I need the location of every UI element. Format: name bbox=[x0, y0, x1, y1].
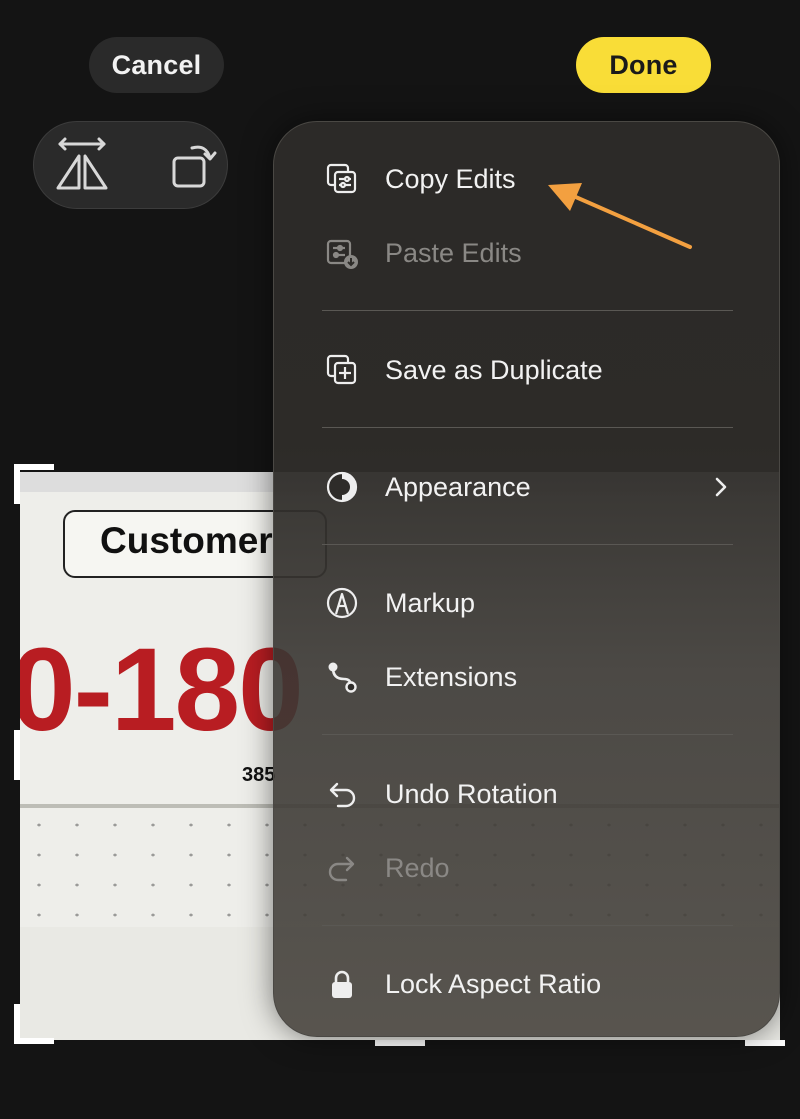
menu-item-label: Paste Edits bbox=[385, 237, 522, 268]
crop-handle-bottom-mid[interactable] bbox=[375, 1040, 425, 1046]
crop-handle-top-left-v[interactable] bbox=[14, 464, 20, 504]
menu-item-extensions[interactable]: Extensions bbox=[274, 645, 779, 709]
annotation-arrow-icon bbox=[548, 183, 692, 249]
menu-item-undo-rotation[interactable]: Undo Rotation bbox=[274, 762, 779, 826]
menu-item-lock-aspect-ratio[interactable]: Lock Aspect Ratio bbox=[274, 952, 779, 1016]
rotate-icon[interactable] bbox=[162, 136, 222, 196]
copy-edits-icon bbox=[324, 161, 360, 197]
menu-item-label: Redo bbox=[385, 852, 450, 883]
menu-item-label: Extensions bbox=[385, 661, 518, 692]
menu-item-paste-edits[interactable]: Paste Edits bbox=[274, 221, 779, 285]
menu-separator bbox=[322, 544, 733, 545]
menu-item-appearance[interactable]: Appearance bbox=[274, 455, 779, 519]
menu-separator bbox=[322, 310, 733, 311]
crop-handle-bottom-left-v[interactable] bbox=[14, 1004, 20, 1044]
crop-handle-bottom-left[interactable] bbox=[14, 1038, 54, 1044]
photo-label-text: Customer bbox=[100, 520, 273, 561]
lock-icon bbox=[324, 966, 360, 1002]
menu-item-redo[interactable]: Redo bbox=[274, 836, 779, 900]
duplicate-icon bbox=[324, 352, 360, 388]
flip-horizontal-icon[interactable] bbox=[52, 136, 112, 196]
chevron-right-icon bbox=[709, 475, 733, 499]
undo-icon bbox=[324, 776, 360, 812]
menu-separator bbox=[322, 427, 733, 428]
crop-handle-bottom-right[interactable] bbox=[745, 1040, 785, 1046]
menu-separator bbox=[322, 734, 733, 735]
menu-item-label: Markup bbox=[385, 587, 476, 618]
menu-separator bbox=[322, 925, 733, 926]
menu-item-label: Lock Aspect Ratio bbox=[385, 968, 602, 999]
menu-item-label: Appearance bbox=[385, 471, 531, 502]
menu-item-label: Undo Rotation bbox=[385, 778, 558, 809]
redo-icon bbox=[324, 850, 360, 886]
extensions-icon bbox=[324, 659, 360, 695]
crop-handle-left-mid[interactable] bbox=[14, 730, 20, 780]
photo-big-number: 0-180 bbox=[20, 624, 304, 756]
photo-small-number: 385 bbox=[242, 764, 276, 786]
transform-tools bbox=[33, 121, 228, 209]
menu-item-copy-edits[interactable]: Copy Edits bbox=[274, 147, 779, 211]
menu-item-label: Save as Duplicate bbox=[385, 354, 603, 385]
menu-item-markup[interactable]: Markup bbox=[274, 571, 779, 635]
edit-options-menu: Copy Edits Paste Edits Save as Duplicate bbox=[273, 121, 780, 1037]
cancel-button[interactable]: Cancel bbox=[89, 37, 224, 93]
done-button[interactable]: Done bbox=[576, 37, 711, 93]
crop-handle-top-left[interactable] bbox=[14, 464, 54, 470]
menu-item-save-as-duplicate[interactable]: Save as Duplicate bbox=[274, 338, 779, 402]
paste-edits-icon bbox=[324, 235, 360, 271]
markup-icon bbox=[324, 585, 360, 621]
menu-item-label: Copy Edits bbox=[385, 163, 516, 194]
appearance-icon bbox=[324, 469, 360, 505]
